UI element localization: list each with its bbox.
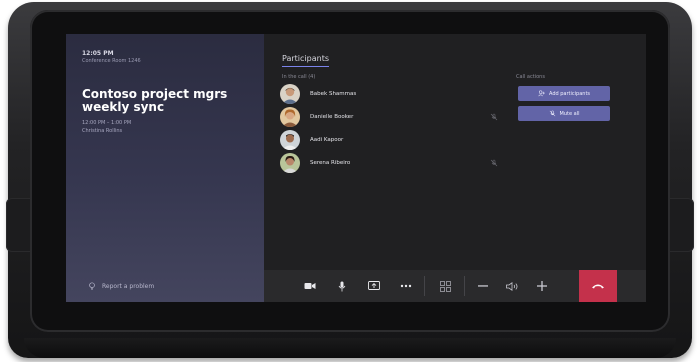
- participant-row[interactable]: Danielle Booker: [280, 107, 510, 127]
- add-participants-button[interactable]: Add participants: [518, 86, 610, 101]
- participant-name: Aadi Kapoor: [310, 137, 344, 143]
- more-options-button[interactable]: [390, 270, 422, 302]
- volume-up-button[interactable]: [526, 270, 558, 302]
- hang-up-button[interactable]: [579, 270, 617, 302]
- avatar: [280, 130, 300, 150]
- layout-grid-icon: [439, 280, 451, 292]
- mic-muted-icon: [549, 110, 555, 117]
- device-base: [24, 338, 676, 358]
- volume-down-button[interactable]: [467, 270, 499, 302]
- in-call-label: In the call (4): [282, 74, 316, 80]
- volume-indicator: [496, 270, 528, 302]
- volume-down-icon: [478, 285, 488, 287]
- clock: 12:05 PM: [82, 50, 114, 57]
- divider: [464, 276, 465, 296]
- participant-name: Serena Ribeiro: [310, 160, 351, 166]
- report-problem-label: Report a problem: [102, 282, 155, 290]
- participant-name: Danielle Booker: [310, 114, 354, 120]
- add-person-icon: [538, 90, 545, 97]
- room-name: Conference Room 1246: [82, 58, 141, 64]
- video-camera-icon: [304, 283, 316, 289]
- participant-row[interactable]: Aadi Kapoor: [280, 130, 510, 150]
- add-participants-label: Add participants: [548, 90, 591, 97]
- share-screen-button[interactable]: [358, 270, 390, 302]
- participant-row[interactable]: Serena Ribeiro: [280, 153, 510, 173]
- lightbulb-icon: [89, 282, 95, 290]
- avatar: [280, 153, 300, 173]
- call-control-bar: [264, 270, 646, 302]
- avatar: [280, 84, 300, 104]
- participant-name: Babek Shammas: [310, 91, 357, 97]
- speaker-icon: [505, 281, 517, 291]
- mic-muted-icon: [490, 159, 498, 167]
- microphone-icon: [338, 281, 346, 291]
- volume-up-icon: [537, 281, 547, 291]
- report-problem-link[interactable]: Report a problem: [88, 282, 154, 290]
- share-screen-icon: [368, 281, 380, 290]
- avatar: [280, 107, 300, 127]
- organizer-name: Christina Rollins: [82, 128, 123, 134]
- mic-muted-icon: [490, 113, 498, 121]
- meeting-time: 12:00 PM – 1:00 PM: [82, 120, 132, 126]
- participant-row[interactable]: Babek Shammas: [280, 84, 510, 104]
- call-actions-label: Call actions: [516, 74, 545, 80]
- screen: 12:05 PM Conference Room 1246 Contoso pr…: [66, 34, 646, 302]
- mute-all-label: Mute all: [559, 110, 580, 117]
- hang-up-icon: [592, 284, 604, 289]
- device-shell: 12:05 PM Conference Room 1246 Contoso pr…: [6, 2, 694, 358]
- tab-participants[interactable]: Participants: [282, 54, 329, 67]
- divider: [424, 276, 425, 296]
- meeting-info-panel: 12:05 PM Conference Room 1246 Contoso pr…: [66, 34, 264, 302]
- camera-toggle-button[interactable]: [294, 270, 326, 302]
- microphone-toggle-button[interactable]: [326, 270, 358, 302]
- meeting-title: Contoso project mgrs weekly sync: [82, 87, 228, 114]
- mute-all-button[interactable]: Mute all: [518, 106, 610, 121]
- layout-button[interactable]: [429, 270, 461, 302]
- more-options-icon: [400, 284, 412, 288]
